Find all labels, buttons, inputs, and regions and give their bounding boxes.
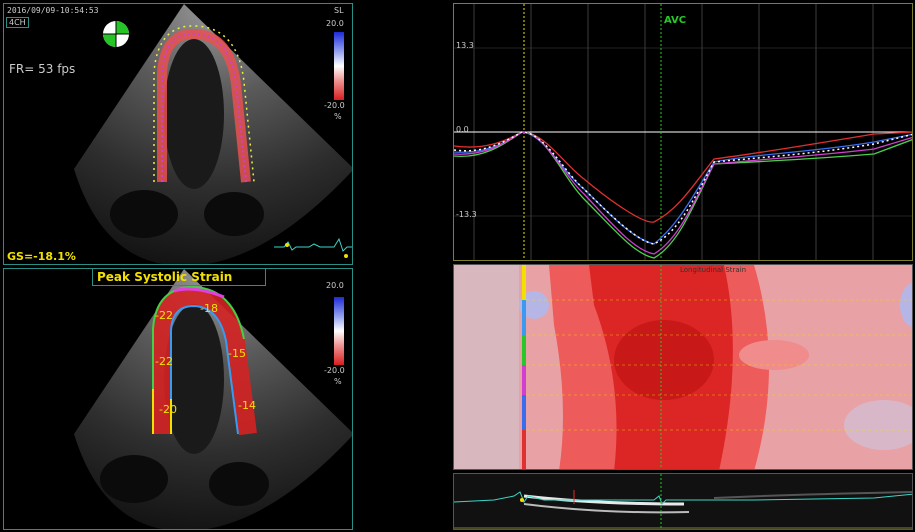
y-tick-label: 0.0 xyxy=(456,125,469,134)
segment-curve xyxy=(454,131,912,259)
longitudinal-strain-map: Longitudinal Strain xyxy=(453,264,913,470)
avc-label: AVC xyxy=(664,15,687,26)
segment-curve xyxy=(454,131,912,255)
segment-value: -15 xyxy=(228,347,246,360)
global-strain-curve xyxy=(454,131,912,245)
segment-value: -14 xyxy=(238,399,256,412)
segment-color-bar xyxy=(522,265,526,469)
scale-unit-bottom: % xyxy=(334,377,342,386)
peak-strain-title: Peak Systolic Strain xyxy=(92,269,266,286)
strain-color-map xyxy=(454,265,912,469)
segment-value: -20 xyxy=(159,403,177,416)
frame-rate: FR= 53 fps xyxy=(9,62,76,76)
peak-strain-panel: Peak Systolic Strain 20.0 -20.0 % -22 -2… xyxy=(3,268,353,530)
mmode-ecg-image xyxy=(454,474,912,529)
scale-unit: % xyxy=(334,112,342,121)
y-tick-label: 13.3 xyxy=(456,41,474,50)
scale-max: 20.0 xyxy=(326,19,344,28)
segment-value: -18 xyxy=(200,302,218,315)
peak-strain-image xyxy=(74,269,352,529)
mmode-ecg-panel xyxy=(453,473,913,530)
segment-curve xyxy=(454,131,912,223)
global-strain: GS=-18.1% xyxy=(7,250,76,263)
view-label: 4CH xyxy=(6,17,29,28)
scale-min-bottom: -20.0 xyxy=(324,366,345,375)
scale-label: SL xyxy=(334,6,344,15)
scale-max-bottom: 20.0 xyxy=(326,281,344,290)
strain-color-scale xyxy=(334,32,344,100)
scale-min: -20.0 xyxy=(324,101,345,110)
timestamp: 2016/09/09-10:54:53 xyxy=(7,6,99,15)
echo-tracking-panel: 2016/09/09-10:54:53 4CH FR= 53 fps SL 20… xyxy=(3,3,353,265)
segment-value: -22 xyxy=(155,309,173,322)
echo-tracking-image xyxy=(74,4,352,264)
y-tick-label: -13.3 xyxy=(456,210,477,219)
strain-map-title: Longitudinal Strain xyxy=(680,266,747,274)
segment-value: -22 xyxy=(155,355,173,368)
strain-curves-graph: AVC 13.3 0.0 -13.3 xyxy=(453,3,913,261)
strain-color-scale-bottom xyxy=(334,297,344,365)
strain-curves-plot xyxy=(454,4,912,260)
